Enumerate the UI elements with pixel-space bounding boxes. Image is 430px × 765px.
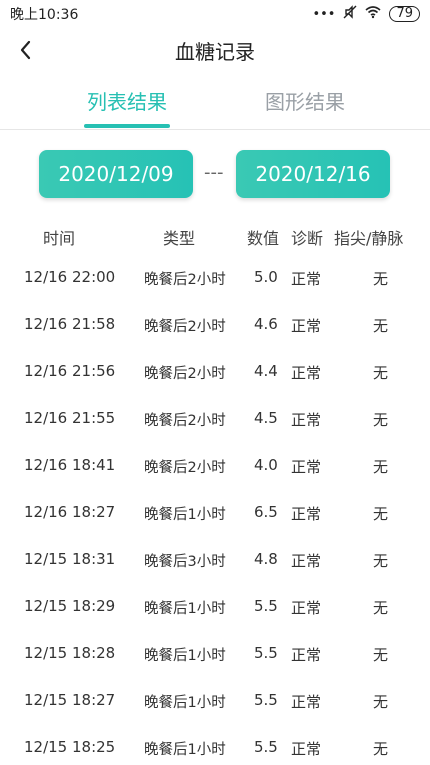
status-time: 晚上10:36 bbox=[10, 7, 79, 23]
header-type: 类型 bbox=[163, 229, 196, 248]
active-tab-indicator bbox=[84, 124, 170, 128]
row-tip: 无 bbox=[373, 646, 389, 664]
tab-list-results[interactable]: 列表结果 bbox=[27, 86, 227, 115]
row-tip: 无 bbox=[373, 599, 389, 617]
row-type: 晚餐后2小时 bbox=[144, 460, 226, 476]
row-tip: 无 bbox=[373, 364, 389, 382]
table-row[interactable]: 12/15 18:28 晚餐后1小时 5.5 正常 无 bbox=[0, 644, 430, 691]
row-time: 12/16 18:41 bbox=[24, 456, 116, 474]
row-type: 晚餐后1小时 bbox=[144, 601, 226, 617]
table-row[interactable]: 12/16 18:27 晚餐后1小时 6.5 正常 无 bbox=[0, 503, 430, 550]
table-row[interactable]: 12/15 18:25 晚餐后1小时 5.5 正常 无 bbox=[0, 738, 430, 765]
table-row[interactable]: 12/16 21:55 晚餐后2小时 4.5 正常 无 bbox=[0, 409, 430, 456]
row-time: 12/15 18:29 bbox=[24, 597, 116, 615]
row-value: 4.5 bbox=[254, 409, 278, 427]
row-type: 晚餐后2小时 bbox=[144, 319, 226, 335]
row-diagnosis: 正常 bbox=[291, 270, 322, 288]
row-diagnosis: 正常 bbox=[291, 364, 322, 382]
row-tip: 无 bbox=[373, 552, 389, 570]
row-time: 12/15 18:31 bbox=[24, 550, 116, 568]
row-tip: 无 bbox=[373, 505, 389, 523]
tabs: 列表结果 图形结果 bbox=[0, 86, 430, 130]
table-row[interactable]: 12/16 22:00 晚餐后2小时 5.0 正常 无 bbox=[0, 268, 430, 315]
row-type: 晚餐后1小时 bbox=[144, 507, 226, 523]
row-diagnosis: 正常 bbox=[291, 317, 322, 335]
row-value: 4.8 bbox=[254, 550, 278, 568]
end-date-button[interactable]: 2020/12/16 bbox=[236, 150, 390, 198]
row-type: 晚餐后1小时 bbox=[144, 695, 226, 711]
row-time: 12/16 21:56 bbox=[24, 362, 116, 380]
row-value: 4.0 bbox=[254, 456, 278, 474]
row-type: 晚餐后2小时 bbox=[144, 413, 226, 429]
table-row[interactable]: 12/16 18:41 晚餐后2小时 4.0 正常 无 bbox=[0, 456, 430, 503]
date-range-bar: 2020/12/09 --- 2020/12/16 bbox=[0, 150, 430, 202]
row-time: 12/16 21:55 bbox=[24, 409, 116, 427]
header-diagnosis: 诊断 bbox=[291, 229, 324, 248]
row-value: 5.5 bbox=[254, 691, 278, 709]
tab-chart-results[interactable]: 图形结果 bbox=[205, 86, 405, 115]
record-list: 12/16 22:00 晚餐后2小时 5.0 正常 无 12/16 21:58 … bbox=[0, 268, 430, 765]
mute-icon bbox=[343, 5, 357, 23]
row-diagnosis: 正常 bbox=[291, 599, 322, 617]
row-type: 晚餐后2小时 bbox=[144, 272, 226, 288]
row-value: 4.4 bbox=[254, 362, 278, 380]
row-diagnosis: 正常 bbox=[291, 505, 322, 523]
table-row[interactable]: 12/15 18:29 晚餐后1小时 5.5 正常 无 bbox=[0, 597, 430, 644]
header-fingertip-vein: 指尖/静脉 bbox=[334, 229, 404, 248]
battery-indicator: 79 bbox=[389, 6, 420, 22]
date-separator: --- bbox=[204, 162, 224, 183]
wifi-icon bbox=[365, 5, 381, 23]
row-value: 4.6 bbox=[254, 315, 278, 333]
row-value: 5.0 bbox=[254, 268, 278, 286]
table-row[interactable]: 12/15 18:27 晚餐后1小时 5.5 正常 无 bbox=[0, 691, 430, 738]
page-title: 血糖记录 bbox=[175, 39, 255, 64]
row-tip: 无 bbox=[373, 693, 389, 711]
row-diagnosis: 正常 bbox=[291, 740, 322, 758]
row-diagnosis: 正常 bbox=[291, 646, 322, 664]
row-time: 12/15 18:25 bbox=[24, 738, 116, 756]
row-value: 5.5 bbox=[254, 644, 278, 662]
more-icon: ••• bbox=[312, 6, 336, 22]
row-diagnosis: 正常 bbox=[291, 693, 322, 711]
row-type: 晚餐后1小时 bbox=[144, 742, 226, 758]
header: 血糖记录 bbox=[0, 28, 430, 72]
start-date-button[interactable]: 2020/12/09 bbox=[39, 150, 193, 198]
status-bar: 晚上10:36 ••• 79 bbox=[0, 0, 430, 28]
back-button[interactable] bbox=[14, 38, 38, 62]
table-row[interactable]: 12/16 21:56 晚餐后2小时 4.4 正常 无 bbox=[0, 362, 430, 409]
row-tip: 无 bbox=[373, 270, 389, 288]
table-row[interactable]: 12/16 21:58 晚餐后2小时 4.6 正常 无 bbox=[0, 315, 430, 362]
row-tip: 无 bbox=[373, 458, 389, 476]
chevron-left-icon bbox=[20, 40, 31, 60]
status-icons: ••• 79 bbox=[312, 5, 420, 23]
row-value: 5.5 bbox=[254, 597, 278, 615]
table-header: 时间 类型 数值 诊断 指尖/静脉 bbox=[0, 225, 430, 249]
row-tip: 无 bbox=[373, 317, 389, 335]
row-time: 12/16 21:58 bbox=[24, 315, 116, 333]
table-row[interactable]: 12/15 18:31 晚餐后3小时 4.8 正常 无 bbox=[0, 550, 430, 597]
row-time: 12/16 22:00 bbox=[24, 268, 116, 286]
header-value: 数值 bbox=[247, 229, 280, 248]
row-type: 晚餐后1小时 bbox=[144, 648, 226, 664]
row-tip: 无 bbox=[373, 411, 389, 429]
row-diagnosis: 正常 bbox=[291, 552, 322, 570]
row-time: 12/16 18:27 bbox=[24, 503, 116, 521]
row-value: 6.5 bbox=[254, 503, 278, 521]
row-tip: 无 bbox=[373, 740, 389, 758]
row-value: 5.5 bbox=[254, 738, 278, 756]
row-time: 12/15 18:28 bbox=[24, 644, 116, 662]
row-type: 晚餐后3小时 bbox=[144, 554, 226, 570]
header-time: 时间 bbox=[43, 229, 76, 248]
row-diagnosis: 正常 bbox=[291, 411, 322, 429]
row-type: 晚餐后2小时 bbox=[144, 366, 226, 382]
row-time: 12/15 18:27 bbox=[24, 691, 116, 709]
row-diagnosis: 正常 bbox=[291, 458, 322, 476]
